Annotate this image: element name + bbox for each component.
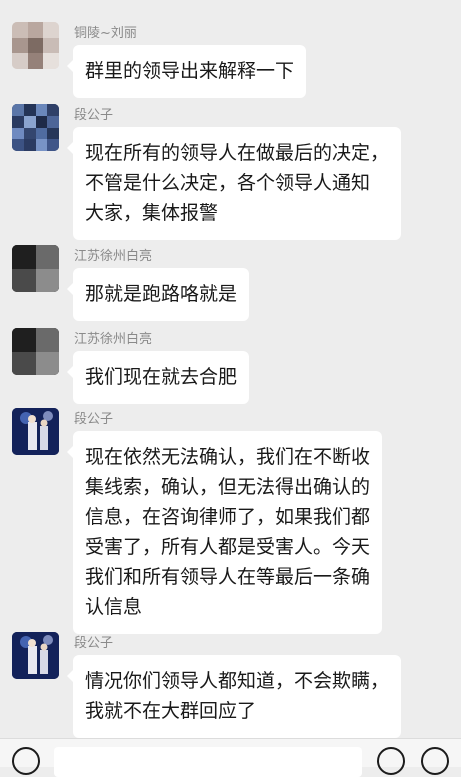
chat-message-list[interactable]: 铜陵~刘丽 群里的领导出来解释一下 段公子 现在所有的领导人在做最后的决定， 不…	[0, 0, 461, 738]
stage-photo-avatar-icon	[12, 632, 59, 679]
message-text-line: 情况你们领导人都知道，不会欺瞒，	[85, 670, 390, 692]
message-text-line: 我就不在大群回应了	[85, 700, 257, 722]
message-bubble[interactable]: 我们现在就去合肥	[66, 351, 250, 404]
sender-name: 段公子	[74, 412, 114, 427]
avatar[interactable]	[12, 328, 59, 375]
message-text-line: 认信息	[85, 596, 143, 618]
message-input[interactable]	[54, 747, 362, 777]
message-text-line: 集线索，确认，但无法得出确认的	[85, 476, 371, 498]
avatar[interactable]	[12, 104, 59, 151]
message-text-line: 信息，在咨询律师了，如果我们都	[85, 506, 371, 528]
avatar[interactable]	[12, 632, 59, 679]
sender-name: 段公子	[74, 636, 114, 651]
message-bubble[interactable]: 现在依然无法确认，我们在不断收 集线索，确认，但无法得出确认的 信息，在咨询律师…	[66, 431, 383, 634]
blurred-dark-avatar-icon	[12, 245, 59, 292]
avatar[interactable]	[12, 408, 59, 455]
message-text-line: 我们和所有领导人在等最后一条确	[85, 566, 371, 588]
emoji-icon[interactable]	[377, 747, 405, 775]
voice-icon[interactable]	[12, 747, 40, 775]
message-bubble[interactable]: 群里的领导出来解释一下	[66, 45, 307, 98]
avatar[interactable]	[12, 245, 59, 292]
message-bubble[interactable]: 情况你们领导人都知道，不会欺瞒， 我就不在大群回应了	[66, 655, 402, 738]
message-bubble[interactable]: 那就是跑路咯就是	[66, 268, 250, 321]
message-text-line: 现在所有的领导人在做最后的决定，	[85, 142, 390, 164]
message-text-line: 那就是跑路咯就是	[85, 283, 238, 305]
pixelated-avatar-icon	[12, 104, 59, 151]
sender-name: 段公子	[74, 108, 114, 123]
sender-name: 江苏徐州白亮	[74, 249, 153, 264]
message-text-line: 不管是什么决定，各个领导人通知	[85, 172, 371, 194]
message-text-line: 群里的领导出来解释一下	[85, 60, 295, 82]
message-text-line: 受害了，所有人都是受害人。今天	[85, 536, 371, 558]
message-text-line: 我们现在就去合肥	[85, 366, 238, 388]
stage-photo-avatar-icon	[12, 408, 59, 455]
blurred-dark-avatar-icon	[12, 328, 59, 375]
sender-name: 铜陵~刘丽	[74, 26, 137, 41]
blurred-photo-avatar-icon	[12, 22, 59, 69]
chat-input-bar	[0, 738, 461, 777]
plus-icon[interactable]	[421, 747, 449, 775]
message-bubble[interactable]: 现在所有的领导人在做最后的决定， 不管是什么决定，各个领导人通知 大家，集体报警	[66, 127, 402, 240]
avatar[interactable]	[12, 22, 59, 69]
sender-name: 江苏徐州白亮	[74, 332, 153, 347]
message-text-line: 大家，集体报警	[85, 202, 219, 224]
message-text-line: 现在依然无法确认，我们在不断收	[85, 446, 371, 468]
